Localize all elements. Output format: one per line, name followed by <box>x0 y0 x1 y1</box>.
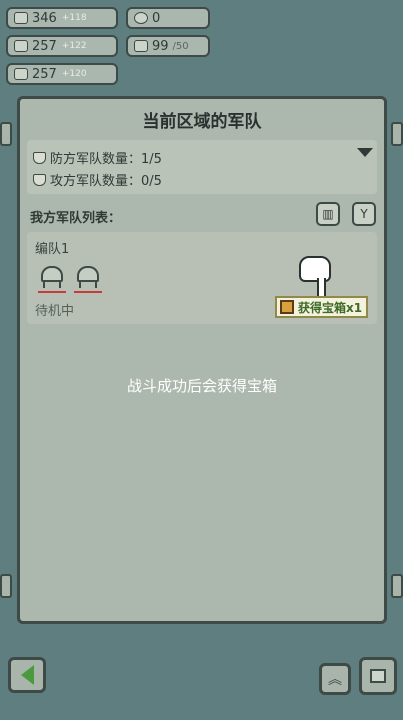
back-arrow-icon <box>20 665 34 685</box>
inventory-button[interactable] <box>359 657 397 695</box>
population-icon <box>134 40 148 52</box>
resource-food-value: 257 <box>32 66 57 82</box>
coin-icon <box>134 12 148 24</box>
resource-population-value: 99 <box>152 38 169 54</box>
chevron-down-icon[interactable] <box>357 148 373 157</box>
double-chevron-up-icon: ︽ <box>328 672 342 688</box>
right-edge-tab-bottom <box>391 574 403 598</box>
reward-label: 获得宝箱x1 <box>298 300 363 315</box>
unit-icon <box>37 262 67 293</box>
right-edge-tab-top <box>391 122 403 146</box>
filter-button[interactable]: Y <box>352 202 376 226</box>
panel-title: 当前区域的军队 <box>142 112 262 132</box>
resource-wood: 346 +118 <box>6 7 118 29</box>
wood-icon <box>14 12 28 24</box>
reward-badge: 获得宝箱x1 <box>275 296 369 318</box>
army-count-box: 防方军队数量：1/5 攻方军队数量：0/5 <box>27 140 377 194</box>
resource-stone-delta: +122 <box>61 41 87 51</box>
resource-food-delta: +120 <box>61 69 87 79</box>
unit-icon <box>73 262 103 293</box>
squad-name: 编队1 <box>35 242 70 257</box>
defense-count-row: 防方军队数量：1/5 <box>33 148 162 167</box>
resource-food: 257 +120 <box>6 63 118 85</box>
battle-reward-hint: 战斗成功后会获得宝箱 <box>126 377 277 395</box>
left-edge-tab-bottom <box>0 574 12 598</box>
squad-status: 待机中 <box>35 304 75 319</box>
rank-up-button[interactable]: ︽ <box>319 663 351 695</box>
attack-count-label: 攻方军队数量：0/5 <box>50 174 162 189</box>
box-icon <box>370 669 386 683</box>
delete-button[interactable]: ▥ <box>316 202 340 226</box>
sword-icon <box>33 173 46 186</box>
resource-wood-value: 346 <box>32 10 57 26</box>
army-panel: 当前区域的军队 防方军队数量：1/5 攻方军队数量：0/5 我方军队列表： ▥ … <box>17 96 387 624</box>
attack-count-row: 攻方军队数量：0/5 <box>33 170 162 189</box>
resource-population: 99/50 <box>126 35 210 57</box>
left-edge-tab-top <box>0 122 12 146</box>
trash-icon: ▥ <box>322 207 334 221</box>
resource-population-cap: /50 <box>172 40 189 52</box>
stone-icon <box>14 40 28 52</box>
back-button[interactable] <box>8 657 46 693</box>
shield-icon <box>33 151 46 164</box>
filter-icon: Y <box>360 207 368 221</box>
resource-stone-value: 257 <box>32 38 57 54</box>
pointing-hand-icon <box>299 256 333 300</box>
treasure-chest-icon <box>280 300 294 314</box>
resource-wood-delta: +118 <box>61 13 87 23</box>
resource-coin-value: 0 <box>152 10 161 26</box>
resource-coin: 0 <box>126 7 210 29</box>
resource-stone: 257 +122 <box>6 35 118 57</box>
food-icon <box>14 68 28 80</box>
army-list-label: 我方军队列表： <box>30 211 122 226</box>
defense-count-label: 防方军队数量：1/5 <box>50 152 162 167</box>
